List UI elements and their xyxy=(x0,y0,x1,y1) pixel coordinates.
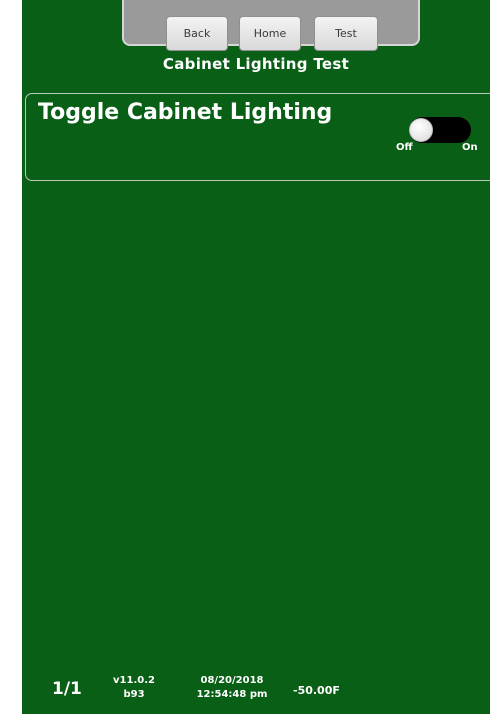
setting-label: Toggle Cabinet Lighting xyxy=(38,100,333,125)
version-text: v11.0.2 xyxy=(113,675,155,686)
time-text: 12:54:48 pm xyxy=(196,689,268,700)
toggle-off-label: Off xyxy=(396,142,413,153)
toggle-knob xyxy=(409,118,433,142)
page-indicator: 1/1 xyxy=(52,679,82,699)
test-button[interactable]: Test xyxy=(314,16,378,51)
back-button[interactable]: Back xyxy=(166,16,228,51)
build-text: b93 xyxy=(123,689,145,700)
home-button[interactable]: Home xyxy=(239,16,301,51)
toggle-on-label: On xyxy=(462,142,478,153)
date-text: 08/20/2018 xyxy=(200,675,264,686)
lighting-toggle[interactable] xyxy=(409,117,471,143)
page-title: Cabinet Lighting Test xyxy=(162,55,350,73)
screen: Back Home Test Cabinet Lighting Test Tog… xyxy=(22,0,490,714)
temperature-readout: -50.00F xyxy=(293,684,340,697)
